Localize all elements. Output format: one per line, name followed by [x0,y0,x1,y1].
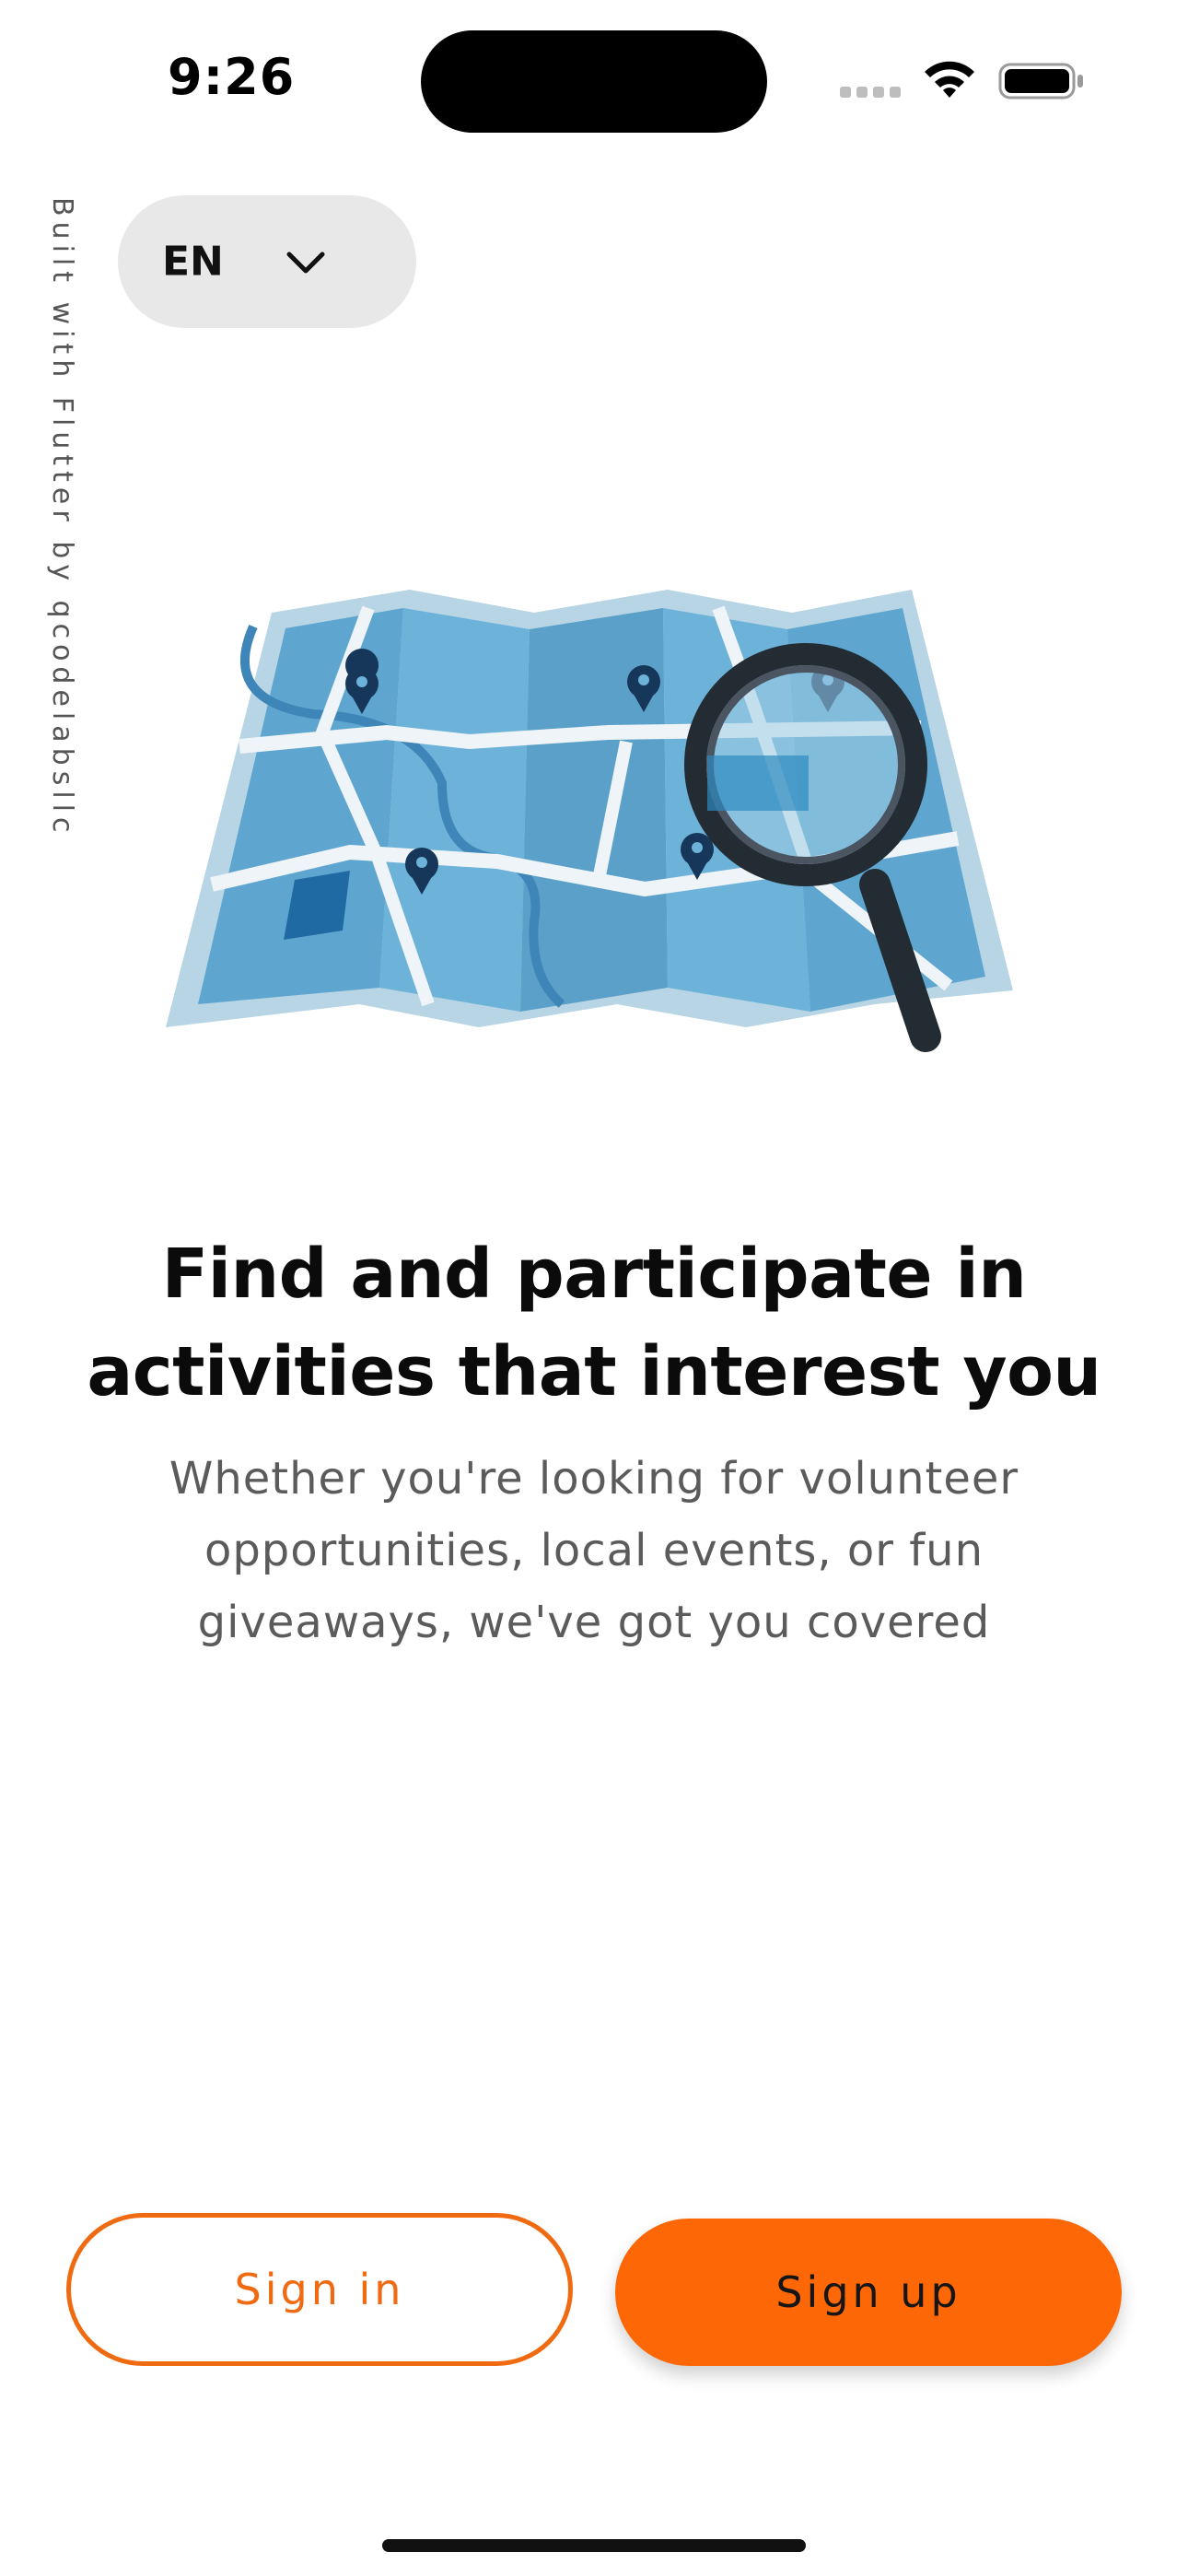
home-indicator[interactable] [382,2539,806,2552]
built-with-attribution: Built with Flutter by qcodelabsllc [46,197,78,838]
battery-icon [998,63,1083,100]
chevron-down-icon [286,252,325,274]
sign-up-button[interactable]: Sign up [615,2219,1122,2366]
onboarding-headline: Find and participate in activities that … [87,1235,1101,1411]
onboarding-subtext: Whether you're looking for volunteer opp… [169,1453,1019,1648]
language-value: EN [162,238,224,286]
wifi-icon [925,61,974,98]
cellular-signal-icon [840,87,901,98]
dynamic-island [421,30,767,133]
status-time: 9:26 [168,48,296,106]
language-selector[interactable]: EN [118,195,416,328]
map-illustration [166,590,1013,1052]
sign-in-button[interactable]: Sign in [66,2213,573,2366]
